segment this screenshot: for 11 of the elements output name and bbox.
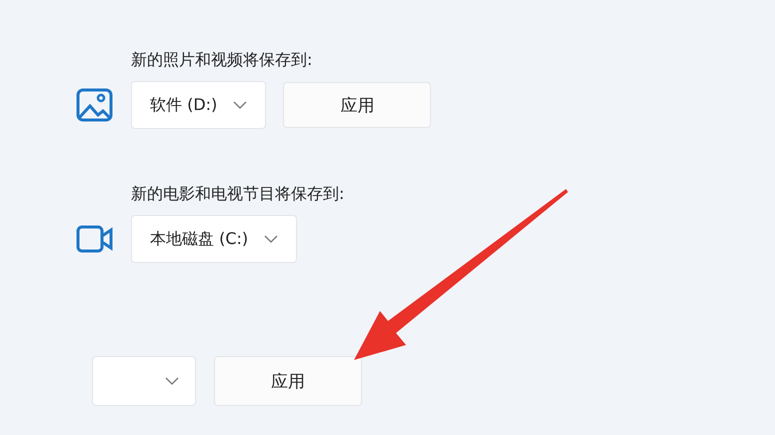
drive-dropdown[interactable]: 本地磁盘 (C:)	[131, 215, 298, 263]
caret-icon	[233, 100, 248, 110]
picture-icon	[76, 88, 113, 122]
section-label: 新的电影和电视节目将保存到:	[131, 184, 346, 204]
caret-icon	[165, 376, 179, 386]
apply-button[interactable]: 应用	[283, 82, 432, 128]
section-label: 新的照片和视频将保存到:	[131, 50, 314, 70]
drive-dropdown[interactable]: 软件 (D:)	[131, 81, 266, 129]
apply-button[interactable]: 应用	[214, 356, 362, 406]
drive-dropdown[interactable]	[92, 356, 196, 406]
caret-icon	[264, 234, 278, 244]
